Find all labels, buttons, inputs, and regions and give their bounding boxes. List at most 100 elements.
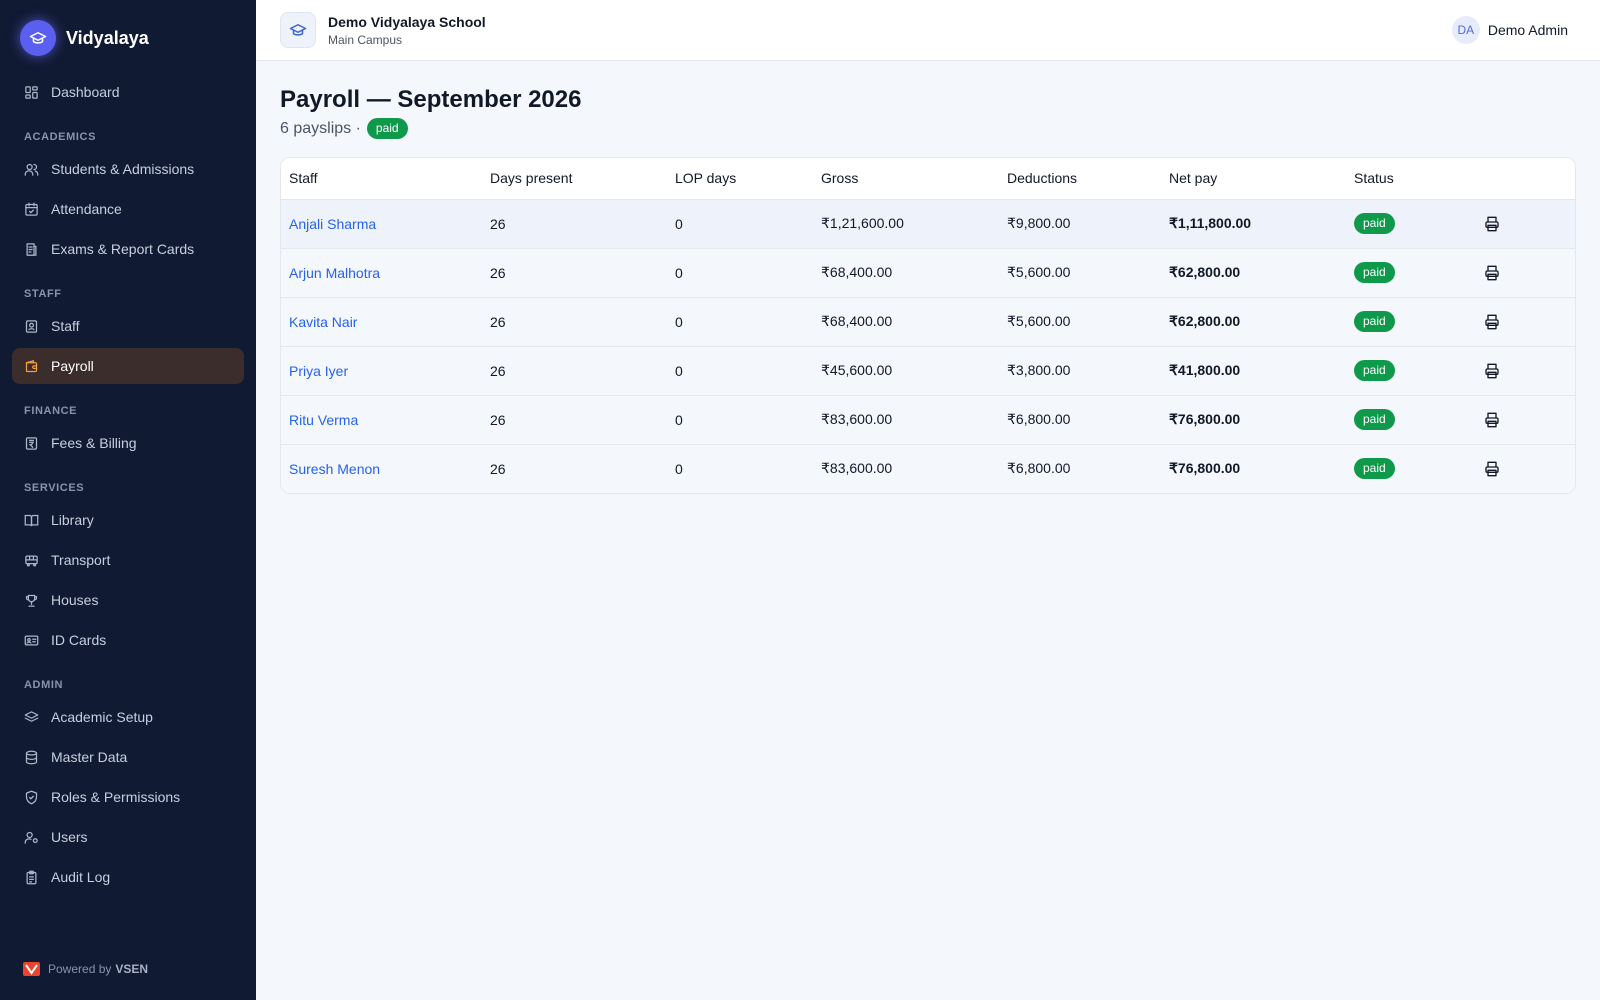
sidebar-item-academic-setup[interactable]: Academic Setup xyxy=(12,699,244,735)
status-badge: paid xyxy=(1354,213,1395,234)
staff-link[interactable]: Ritu Verma xyxy=(289,412,358,428)
cell-net-pay: ₹62,800.00 xyxy=(1161,248,1346,298)
payroll-table-card: Staff Days present LOP days Gross Deduct… xyxy=(280,157,1576,494)
sidebar-item-label: Academic Setup xyxy=(51,709,153,725)
cell-deductions: ₹3,800.00 xyxy=(999,346,1161,396)
cell-gross: ₹68,400.00 xyxy=(813,248,999,298)
printer-icon[interactable] xyxy=(1480,457,1504,481)
sidebar-item-label: Houses xyxy=(51,592,99,608)
column-header-gross[interactable]: Gross xyxy=(813,158,999,200)
sidebar-item-id-cards[interactable]: ID Cards xyxy=(12,622,244,658)
cell-staff: Anjali Sharma xyxy=(281,199,482,249)
sidebar-item-label: Attendance xyxy=(51,201,122,217)
cell-net-pay: ₹76,800.00 xyxy=(1161,395,1346,445)
sidebar-item-fees[interactable]: Fees & Billing xyxy=(12,425,244,461)
nav-section-admin: ADMIN xyxy=(24,679,64,691)
table-row: Arjun Malhotra 26 0 ₹68,400.00 ₹5,600.00 ₹62,… xyxy=(281,248,1575,298)
sidebar-item-label: Payroll xyxy=(51,358,94,374)
nav-section-staff: STAFF xyxy=(24,288,62,300)
cell-lop-days: 0 xyxy=(667,444,813,493)
sidebar-item-master-data[interactable]: Master Data xyxy=(12,739,244,775)
nav-section-finance: FINANCE xyxy=(24,405,78,417)
campus-name: Main Campus xyxy=(328,33,403,47)
column-header-days-present[interactable]: Days present xyxy=(482,158,667,200)
cell-net-pay: ₹1,11,800.00 xyxy=(1161,199,1346,249)
printer-icon[interactable] xyxy=(1480,408,1504,432)
id-card-icon xyxy=(24,635,39,645)
bus-icon xyxy=(25,555,38,566)
column-header-status[interactable]: Status xyxy=(1346,158,1462,200)
table-row: Priya Iyer 26 0 ₹45,600.00 ₹3,800.00 ₹41,800.… xyxy=(281,346,1575,396)
printer-icon[interactable] xyxy=(1480,212,1504,236)
cell-actions xyxy=(1462,444,1575,493)
sidebar-item-students[interactable]: Students & Admissions xyxy=(12,151,244,187)
cell-net-pay: ₹62,800.00 xyxy=(1161,297,1346,347)
staff-link[interactable]: Arjun Malhotra xyxy=(289,265,380,281)
school-graduation-cap-icon[interactable] xyxy=(280,12,316,48)
powered-by-text: Powered by xyxy=(48,962,112,976)
column-header-deductions[interactable]: Deductions xyxy=(999,158,1161,200)
sidebar-item-label: Library xyxy=(51,512,94,528)
cell-staff: Kavita Nair xyxy=(281,297,482,347)
avatar: DA xyxy=(1451,16,1480,44)
brand[interactable]: Vidyalaya xyxy=(20,20,149,56)
table-row: Ritu Verma 26 0 ₹83,600.00 ₹6,800.00 ₹76,800.… xyxy=(281,395,1575,445)
cell-status: paid xyxy=(1346,395,1462,445)
sidebar-item-audit-log[interactable]: Audit Log xyxy=(12,859,244,895)
cell-staff: Ritu Verma xyxy=(281,395,482,445)
sidebar-item-label: Master Data xyxy=(51,749,128,765)
status-badge: paid xyxy=(366,118,408,139)
cell-days-present: 26 xyxy=(482,248,667,298)
sidebar-item-users[interactable]: Users xyxy=(12,819,244,855)
layers-icon xyxy=(24,710,39,722)
cell-lop-days: 0 xyxy=(667,395,813,445)
column-header-staff[interactable]: Staff xyxy=(281,158,482,200)
vsen-logo-icon xyxy=(23,962,40,976)
staff-link[interactable]: Kavita Nair xyxy=(289,314,357,330)
sidebar-item-label: Students & Admissions xyxy=(51,161,195,177)
clipboard-list-icon xyxy=(26,870,37,884)
users-icon xyxy=(24,163,39,176)
sidebar: Vidyalaya Dashboard ACADEMICS Students &… xyxy=(0,0,256,1000)
dashboard-icon xyxy=(25,85,38,99)
sidebar-item-dashboard[interactable]: Dashboard xyxy=(12,74,244,110)
cell-deductions: ₹5,600.00 xyxy=(999,297,1161,347)
sidebar-item-label: Exams & Report Cards xyxy=(51,241,195,257)
top-header: Demo Vidyalaya School Main Campus DA Dem… xyxy=(256,0,1600,61)
printer-icon[interactable] xyxy=(1480,261,1504,285)
powered-by-brand: VSEN xyxy=(115,962,149,976)
printer-icon[interactable] xyxy=(1480,359,1504,383)
id-badge-icon xyxy=(25,319,38,333)
sidebar-item-roles[interactable]: Roles & Permissions xyxy=(12,779,244,815)
shield-check-icon xyxy=(25,790,38,804)
status-badge: paid xyxy=(1354,311,1395,332)
column-header-lop-days[interactable]: LOP days xyxy=(667,158,813,200)
staff-link[interactable]: Priya Iyer xyxy=(289,363,348,379)
sidebar-item-transport[interactable]: Transport xyxy=(12,542,244,578)
staff-link[interactable]: Suresh Menon xyxy=(289,461,380,477)
wallet-icon xyxy=(25,359,38,372)
brand-name: Vidyalaya xyxy=(66,27,149,48)
cell-status: paid xyxy=(1346,297,1462,347)
cell-lop-days: 0 xyxy=(667,346,813,396)
sidebar-item-exams[interactable]: Exams & Report Cards xyxy=(12,231,244,267)
column-header-net-pay[interactable]: Net pay xyxy=(1161,158,1346,200)
cell-staff: Arjun Malhotra xyxy=(281,248,482,298)
school-name[interactable]: Demo Vidyalaya School xyxy=(328,14,486,30)
cell-days-present: 26 xyxy=(482,395,667,445)
sidebar-item-library[interactable]: Library xyxy=(12,502,244,538)
staff-link[interactable]: Anjali Sharma xyxy=(289,216,376,232)
sidebar-item-payroll[interactable]: Payroll xyxy=(12,348,244,384)
printer-icon[interactable] xyxy=(1480,310,1504,334)
status-badge: paid xyxy=(1354,360,1395,381)
sidebar-item-attendance[interactable]: Attendance xyxy=(12,191,244,227)
powered-by: Powered by VSEN xyxy=(23,962,148,976)
cell-deductions: ₹5,600.00 xyxy=(999,248,1161,298)
sidebar-item-label: Fees & Billing xyxy=(51,435,137,451)
sidebar-item-label: Transport xyxy=(51,552,111,568)
cell-actions xyxy=(1462,297,1575,347)
sidebar-item-houses[interactable]: Houses xyxy=(12,582,244,618)
user-menu[interactable]: DA Demo Admin xyxy=(1451,16,1568,44)
sidebar-item-staff[interactable]: Staff xyxy=(12,308,244,344)
cell-deductions: ₹9,800.00 xyxy=(999,199,1161,249)
